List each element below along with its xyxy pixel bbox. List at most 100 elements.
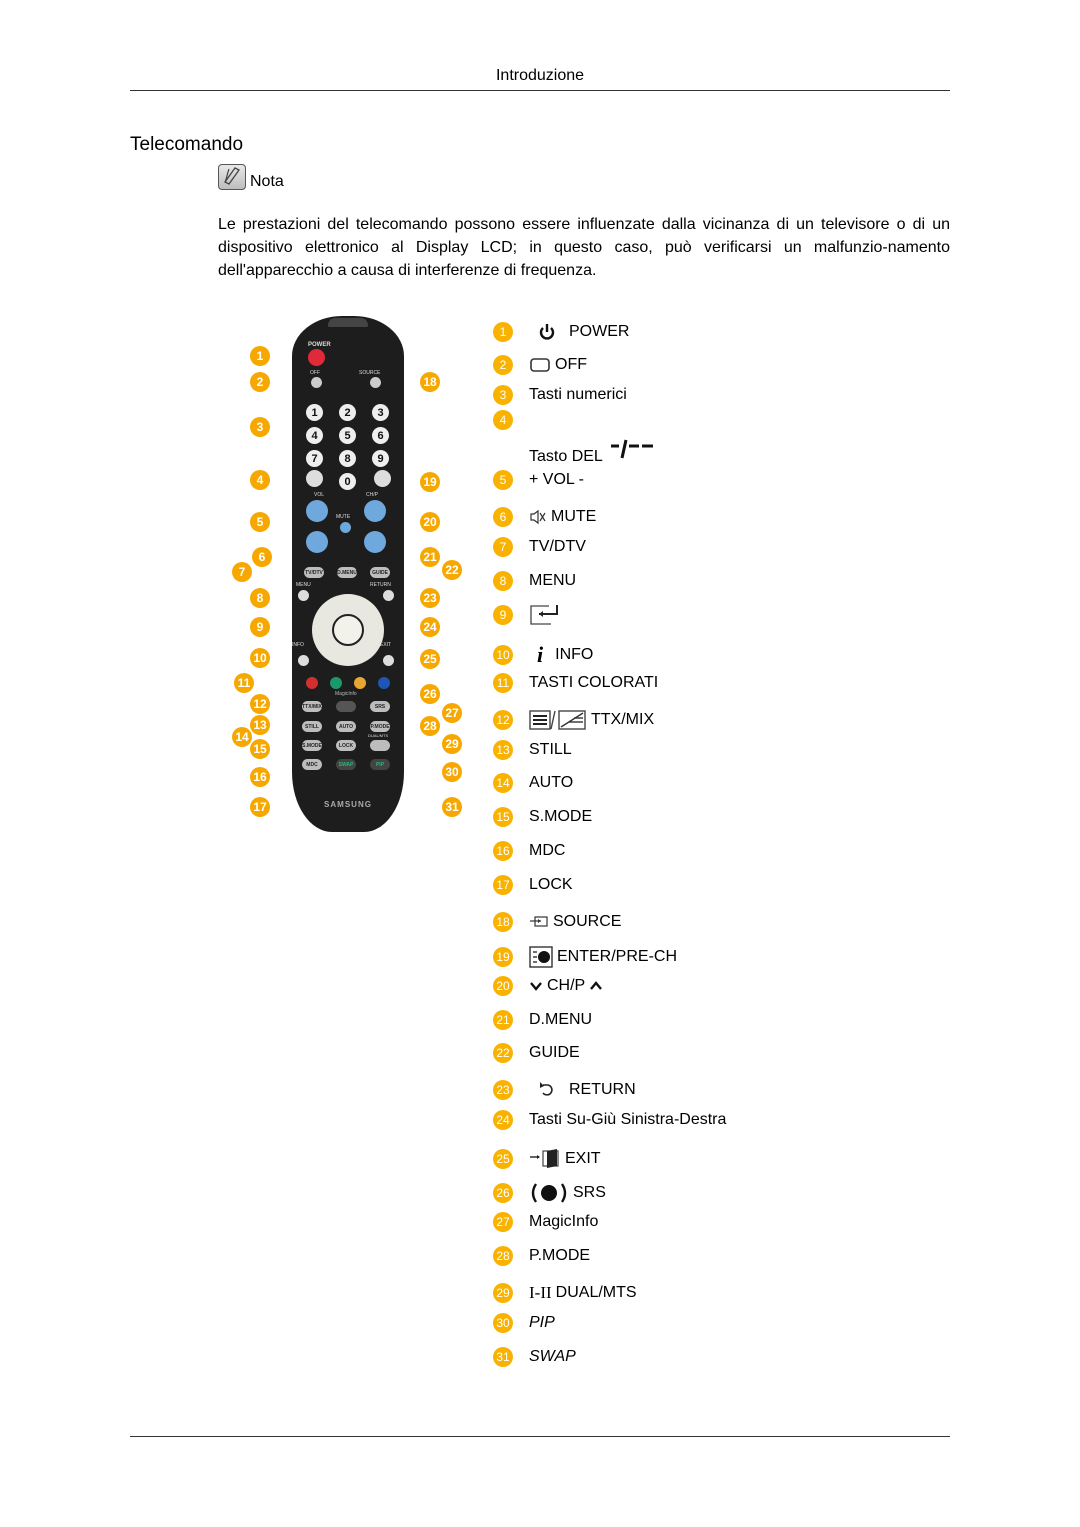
ir-window [328,318,368,327]
number-badge: 9 [493,605,513,625]
legend-label: S.MODE [529,808,593,825]
callout-8: 8 [250,588,270,608]
callout-22: 22 [442,560,462,580]
digit-key-0: 0 [339,473,356,490]
legend-label: MDC [529,842,566,859]
legend-label: POWER [569,323,630,340]
note-paragraph: Le prestazioni del telecomando possono e… [218,216,950,279]
callout-10: 10 [250,648,270,668]
dmenu-key: D.MENU [337,567,357,578]
magicinfo-key [336,701,356,712]
guide-key: GUIDE [370,567,390,578]
menu-key [298,590,309,601]
source-icon [529,915,549,929]
digit-key-1: 1 [306,404,323,421]
number-badge: 6 [493,507,513,527]
legend-label: Tasto DEL [529,448,603,465]
remote-body: POWER OFF SOURCE 123 456 7890 VOL MUTE CH/… [292,316,404,832]
off-key [311,377,322,388]
number-badge: 30 [493,1313,513,1333]
digit-key-5: 5 [339,427,356,444]
return-icon [537,1080,557,1100]
power-key [308,349,325,366]
smode-key: S.MODE [302,740,322,751]
legend-item: 8 MENU [493,571,576,591]
menu-label: MENU [296,582,311,588]
number-badge: 7 [493,537,513,557]
callout-11: 11 [234,673,254,693]
legend-label: RETURN [569,1081,636,1098]
legend-item: 29 I-II DUAL/MTS [493,1283,637,1303]
enter-icon [529,604,563,626]
still-key: STILL [302,721,322,732]
mute-icon [529,509,547,525]
digit-key-2: 2 [339,404,356,421]
legend-item: 1 POWER [493,322,629,342]
legend-label: LOCK [529,876,573,893]
number-badge: 17 [493,875,513,895]
ch-up-key [364,500,386,522]
tvdtv-key: TV/DTV [304,567,324,578]
legend-label: MUTE [551,508,597,525]
digit-key-7: 7 [306,450,323,467]
magicinfo-label: MagicInfo [335,691,357,697]
off-icon [529,357,551,373]
number-badge: 18 [493,912,513,932]
number-badge: 29 [493,1283,513,1303]
number-badge: 22 [493,1043,513,1063]
legend-label: TV/DTV [529,538,586,555]
digit-key-8: 8 [339,450,356,467]
number-badge: 13 [493,740,513,760]
callout-27: 27 [442,703,462,723]
note-heading: Nota [218,164,284,190]
number-badge: 21 [493,1010,513,1030]
legend-item: 3 Tasti numerici [493,385,627,405]
callout-16: 16 [250,767,270,787]
legend-item: 17 LOCK [493,875,573,895]
legend-item: 28 P.MODE [493,1246,590,1266]
legend-label: CH/P [547,977,586,994]
number-badge: 23 [493,1080,513,1100]
ttx-mix-icon [529,709,587,731]
number-badge: 12 [493,710,513,730]
dual-mts-icon: I-II [529,1283,552,1302]
number-badge: 11 [493,673,513,693]
legend-item: 2 OFF [493,355,587,375]
ch-down-key [364,531,386,553]
number-badge: 31 [493,1347,513,1367]
legend-item: 12 TTX/MIX [493,709,654,731]
legend-label: PIP [529,1314,555,1331]
number-badge: 14 [493,773,513,793]
number-badge: 5 [493,470,513,490]
legend-label: D.MENU [529,1011,593,1028]
exit-key [383,655,394,666]
callout-29: 29 [442,734,462,754]
legend-label: SRS [573,1184,606,1201]
color-key-2 [330,677,342,689]
legend-label: + VOL - [529,471,584,488]
remote-illustration: POWER OFF SOURCE 1234567890 VOL MUTE CH/… [230,316,470,846]
legend-item: 22 GUIDE [493,1043,580,1063]
return-key [383,590,394,601]
legend-label: Tasti Su-Giù Sinistra-Destra [529,1111,727,1128]
enter-prech-icon [529,946,553,968]
off-key-label: OFF [310,370,320,376]
callout-12: 12 [250,694,270,714]
chp-label: CH/P [366,492,378,498]
power-key-label: POWER [308,342,331,348]
auto-key: AUTO [336,721,356,732]
legend-item: 23 RETURN [493,1080,636,1100]
legend-label: GUIDE [529,1044,580,1061]
legend-item: 30 PIP [493,1313,555,1333]
color-key-3 [354,677,366,689]
legend-item: 7 TV/DTV [493,537,586,557]
legend-label: P.MODE [529,1247,591,1264]
callout-17: 17 [250,797,270,817]
number-badge: 8 [493,571,513,591]
brand-logo: SAMSUNG [324,800,372,809]
section-title: Telecomando [130,134,244,155]
number-badge: 3 [493,385,513,405]
legend-item: 20 CH/P [493,976,607,996]
digit-key-3: 3 [372,404,389,421]
legend-item: 21 D.MENU [493,1010,592,1030]
